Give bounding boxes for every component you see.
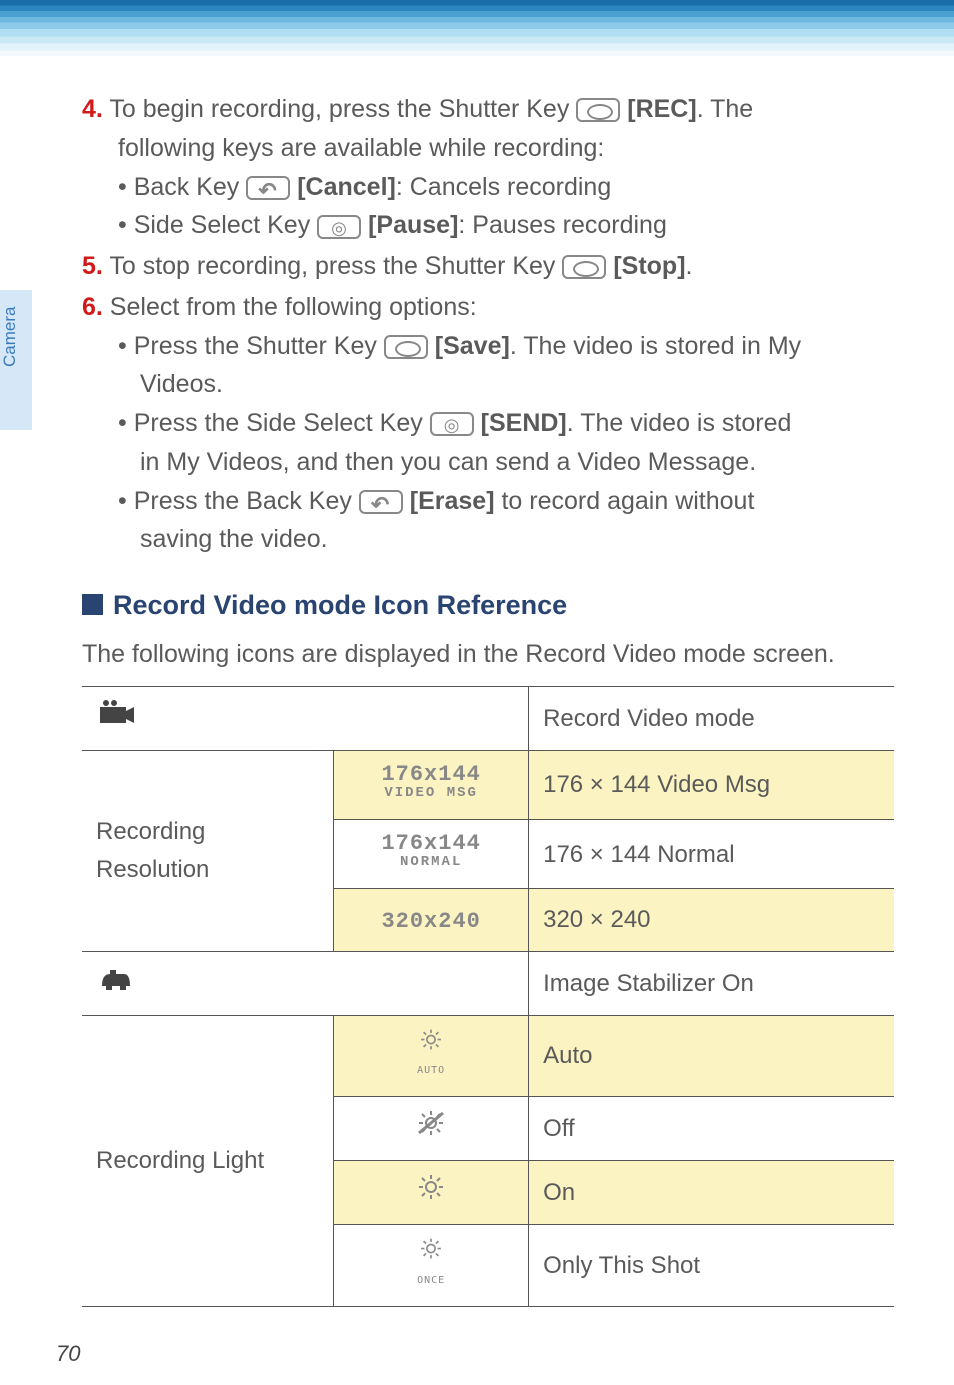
back-key-icon: [246, 176, 290, 200]
resolution-value: 176x144: [381, 831, 480, 856]
bullet-text: : Pauses recording: [458, 211, 666, 239]
table-cell-label: Recording Light: [82, 1015, 334, 1306]
light-auto-icon: AUTO: [411, 1028, 451, 1079]
resolution-sublabel: NORMAL: [381, 855, 480, 870]
bullet-text: to record again without: [495, 487, 755, 515]
section-intro: The following icons are displayed in the…: [82, 635, 894, 674]
chapter-side-tab: Camera: [0, 290, 32, 430]
key-label: [SEND]: [481, 409, 567, 437]
shutter-key-icon: [576, 98, 620, 122]
step-number: 4.: [82, 95, 103, 123]
step-4: 4. To begin recording, press the Shutter…: [82, 90, 894, 245]
step-number: 6.: [82, 293, 103, 321]
light-once-icon: ONCE: [411, 1237, 451, 1288]
key-label: [REC]: [627, 95, 696, 123]
video-mode-icon: [96, 706, 136, 733]
bullet-item: • Press the Shutter Key [Save]. The vide…: [82, 327, 894, 366]
table-cell-meaning: 176 × 144 Video Msg: [529, 750, 894, 819]
shutter-key-icon: [562, 255, 606, 279]
bullet-item: • Side Select Key [Pause]: Pauses record…: [82, 206, 894, 245]
table-cell-meaning: Only This Shot: [529, 1225, 894, 1306]
shutter-key-icon: [384, 335, 428, 359]
bullet-continuation: saving the video.: [82, 520, 894, 559]
step-text: Select from the following options:: [103, 293, 477, 321]
table-cell-icon: AUTO: [334, 1015, 529, 1096]
step-text: To stop recording, press the Shutter Key: [103, 252, 563, 280]
table-cell-icon: 176x144NORMAL: [334, 820, 529, 889]
light-off-icon: [411, 1109, 451, 1148]
step-6: 6. Select from the following options: • …: [82, 288, 894, 559]
step-text: . The: [697, 95, 754, 123]
table-cell-icon: 176x144VIDEO MSG: [334, 750, 529, 819]
table-cell-icon: ONCE: [334, 1225, 529, 1306]
heading-square-icon: [82, 594, 103, 615]
table-cell-icon: [334, 1161, 529, 1225]
table-row: Record Video mode: [82, 686, 894, 750]
bullet-text: . The video is stored: [567, 409, 792, 437]
page-content: 4. To begin recording, press the Shutter…: [0, 56, 954, 1307]
key-label: [Save]: [435, 332, 510, 360]
key-label: [Erase]: [410, 487, 495, 515]
header-stripe-banner: [0, 0, 954, 56]
table-row: Image Stabilizer On: [82, 951, 894, 1015]
bullet-text: : Cancels recording: [396, 173, 611, 201]
resolution-sublabel: VIDEO MSG: [381, 786, 480, 801]
side-select-key-icon: [317, 215, 361, 239]
table-cell-icon: 320x240: [334, 889, 529, 951]
light-on-icon: [411, 1173, 451, 1212]
back-key-icon: [359, 490, 403, 514]
table-cell-meaning: Auto: [529, 1015, 894, 1096]
step-text: To begin recording, press the Shutter Ke…: [103, 95, 576, 123]
icon-reference-table: Record Video mode Recording Resolution 1…: [82, 686, 894, 1307]
table-cell-meaning: 176 × 144 Normal: [529, 820, 894, 889]
page-number: 70: [56, 1341, 80, 1367]
light-sublabel: AUTO: [411, 1063, 451, 1079]
resolution-value: 176x144: [381, 762, 480, 787]
section-heading: Record Video mode Icon Reference: [82, 585, 894, 627]
bullet-item: • Press the Back Key [Erase] to record a…: [82, 482, 894, 521]
key-label: [Cancel]: [297, 173, 396, 201]
bullet-text: Side Select Key: [134, 211, 317, 239]
table-cell-icon: [334, 1097, 529, 1161]
bullet-text: Back Key: [134, 173, 247, 201]
bullet-text: Press the Back Key: [134, 487, 359, 515]
bullet-continuation: in My Videos, and then you can send a Vi…: [82, 443, 894, 482]
image-stabilizer-icon: [96, 971, 136, 998]
side-select-key-icon: [430, 412, 474, 436]
resolution-value: 320x240: [381, 910, 480, 933]
key-label: [Stop]: [613, 252, 685, 280]
table-cell-meaning: Image Stabilizer On: [529, 951, 894, 1015]
bullet-text: Press the Side Select Key: [134, 409, 430, 437]
table-cell-meaning: Record Video mode: [529, 686, 894, 750]
step-number: 5.: [82, 252, 103, 280]
heading-text: Record Video mode Icon Reference: [113, 590, 567, 620]
table-row: Recording Light AUTO Auto: [82, 1015, 894, 1096]
table-cell-meaning: Off: [529, 1097, 894, 1161]
table-cell-meaning: 320 × 240: [529, 889, 894, 951]
step-5: 5. To stop recording, press the Shutter …: [82, 247, 894, 286]
bullet-text: Press the Shutter Key: [134, 332, 384, 360]
table-row: Recording Resolution 176x144VIDEO MSG 17…: [82, 750, 894, 819]
table-cell-meaning: On: [529, 1161, 894, 1225]
step-text: following keys are available while recor…: [82, 129, 894, 168]
bullet-item: • Back Key [Cancel]: Cancels recording: [82, 168, 894, 207]
step-text: .: [686, 252, 693, 280]
bullet-continuation: Videos.: [82, 365, 894, 404]
light-sublabel: ONCE: [411, 1273, 451, 1289]
key-label: [Pause]: [368, 211, 458, 239]
table-cell-label: Recording Resolution: [82, 750, 334, 951]
bullet-text: . The video is stored in My: [510, 332, 801, 360]
bullet-item: • Press the Side Select Key [SEND]. The …: [82, 404, 894, 443]
